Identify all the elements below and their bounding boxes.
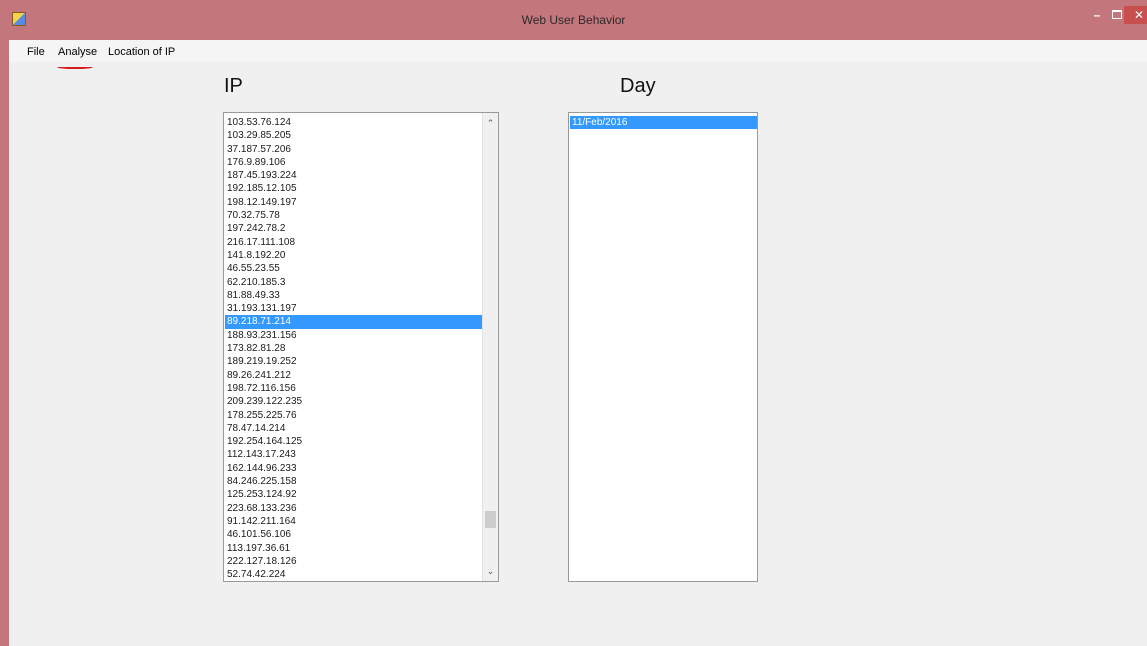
menu-analyse[interactable]: Analyse [58,46,97,58]
red-underline-annotation [57,64,93,69]
ip-list-item[interactable]: 198.72.116.156 [225,382,482,395]
ip-list-item[interactable]: 189.219.19.252 [225,355,482,368]
ip-list-item[interactable]: 141.8.192.20 [225,249,482,262]
ip-list-item[interactable]: 103.53.76.124 [225,116,482,129]
ip-list-item[interactable]: 113.197.36.61 [225,542,482,555]
ip-list-item[interactable]: 192.254.164.125 [225,435,482,448]
day-heading: Day [620,75,656,97]
ip-list-item[interactable]: 89.218.71.214 [225,315,482,329]
ip-list-items: 103.53.76.124 103.29.85.205 37.187.57.206 1… [225,116,482,581]
ip-list-item[interactable]: 91.142.211.164 [225,515,482,528]
ip-list-item[interactable]: 125.253.124.92 [225,488,482,501]
ip-list-item[interactable]: 197.242.78.2 [225,222,482,235]
ip-list-item[interactable]: 216.17.111.108 [225,236,482,249]
client-area: File Analyse Location of IP IP Day 103.5… [9,40,1147,646]
ip-list-item[interactable]: 176.9.89.106 [225,156,482,169]
ip-list-item[interactable]: 223.68.133.236 [225,502,482,515]
menu-location-of-ip[interactable]: Location of IP [108,46,175,58]
day-list-items: 11/Feb/2016 [570,116,757,130]
day-listbox[interactable]: 11/Feb/2016 [568,112,758,582]
ip-list-item[interactable]: 46.101.56.106 [225,528,482,541]
ip-heading: IP [224,75,243,97]
scroll-thumb[interactable] [485,511,496,528]
scroll-down-icon[interactable]: ⌄ [483,563,498,579]
ip-list-item[interactable]: 70.32.75.78 [225,209,482,222]
menu-bar: File Analyse Location of IP [9,40,1147,62]
menu-file[interactable]: File [27,46,45,58]
ip-list-item[interactable]: 188.93.231.156 [225,329,482,342]
ip-list-item[interactable]: 52.74.42.224 [225,568,482,581]
ip-list-item[interactable]: 89.26.241.212 [225,369,482,382]
ip-list-item[interactable]: 198.12.149.197 [225,196,482,209]
ip-list-item[interactable]: 78.47.14.214 [225,422,482,435]
ip-list-item[interactable]: 178.255.225.76 [225,409,482,422]
ip-list-item[interactable]: 222.127.18.126 [225,555,482,568]
ip-listbox[interactable]: 103.53.76.124 103.29.85.205 37.187.57.206 1… [223,112,499,582]
scroll-up-icon[interactable]: ⌃ [483,115,498,131]
title-bar[interactable]: Web User Behavior – ✕ [0,0,1147,40]
app-window: Web User Behavior – ✕ File Analyse Locat… [0,0,1147,646]
ip-list-item[interactable]: 46.55.23.55 [225,262,482,275]
ip-list-item[interactable]: 81.88.49.33 [225,289,482,302]
ip-list-item[interactable]: 62.210.185.3 [225,276,482,289]
ip-list-item[interactable]: 84.246.225.158 [225,475,482,488]
ip-list-item[interactable]: 112.143.17.243 [225,448,482,461]
ip-list-item[interactable]: 173.82.81.28 [225,342,482,355]
ip-list-item[interactable]: 187.45.193.224 [225,169,482,182]
ip-list-item[interactable]: 162.144.96.233 [225,462,482,475]
ip-list-item[interactable]: 31.193.131.197 [225,302,482,315]
ip-list-scrollbar[interactable]: ⌃ ⌄ [482,113,498,581]
close-button[interactable]: ✕ [1124,6,1147,24]
ip-list-item[interactable]: 37.187.57.206 [225,143,482,156]
day-list-item[interactable]: 11/Feb/2016 [570,116,757,130]
maximize-icon [1112,10,1122,19]
ip-list-item[interactable]: 192.185.12.105 [225,182,482,195]
ip-list-item[interactable]: 209.239.122.235 [225,395,482,408]
window-title: Web User Behavior [521,13,626,27]
ip-list-item[interactable]: 103.29.85.205 [225,129,482,142]
